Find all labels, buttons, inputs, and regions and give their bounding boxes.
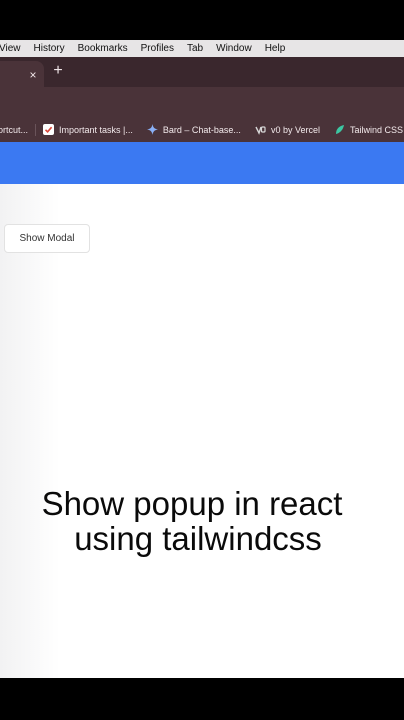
- menu-view[interactable]: View: [0, 43, 21, 54]
- v0-icon: [255, 124, 266, 135]
- bookmark-label: ortcut...: [0, 124, 29, 135]
- show-modal-button[interactable]: Show Modal: [4, 224, 90, 253]
- caption-line-2: using tailwindcss: [74, 520, 322, 557]
- video-caption: Show popup in react using tailwindcss: [0, 486, 384, 556]
- web-page: Show Modal Show popup in react using tai…: [0, 142, 404, 678]
- bookmark-tailwind[interactable]: Tailwind CSS: [334, 124, 403, 135]
- bookmark-shortcuts[interactable]: ortcut...: [0, 125, 28, 135]
- menu-bookmarks[interactable]: Bookmarks: [78, 43, 128, 54]
- bookmark-label: Bard – Chat-base...: [162, 124, 241, 135]
- bookmark-v0[interactable]: v0 by Vercel: [255, 124, 320, 135]
- menu-profiles[interactable]: Profiles: [141, 43, 174, 54]
- menu-history[interactable]: History: [34, 43, 65, 54]
- caption-line-1: Show popup in react: [41, 485, 343, 522]
- bookmark-label: Important tasks |...: [59, 124, 133, 135]
- bookmark-label: Tailwind CSS: [349, 124, 403, 135]
- bottom-letterbox: [0, 678, 404, 720]
- bookmark-label: v0 by Vercel: [270, 124, 320, 135]
- address-toolbar: [0, 87, 404, 117]
- tab-strip: × +: [0, 57, 404, 87]
- close-tab-icon[interactable]: ×: [27, 69, 39, 81]
- tasks-icon: [43, 124, 55, 135]
- menu-tab[interactable]: Tab: [187, 43, 203, 54]
- menu-window[interactable]: Window: [216, 43, 252, 54]
- menu-bar: View History Bookmarks Profiles Tab Wind…: [0, 40, 404, 57]
- bookmarks-bar: ortcut... Important tasks |... Bard – Ch…: [0, 117, 404, 142]
- menu-help[interactable]: Help: [265, 43, 286, 54]
- bookmark-important-tasks[interactable]: Important tasks |...: [43, 124, 133, 135]
- bookmark-divider: [35, 123, 37, 136]
- bookmark-bard[interactable]: Bard – Chat-base...: [146, 124, 241, 135]
- browser-tab[interactable]: ×: [0, 61, 44, 87]
- new-tab-icon[interactable]: +: [51, 63, 65, 79]
- bard-sparkle-icon: [146, 124, 158, 135]
- app-header: [0, 142, 404, 184]
- tailwind-icon: [334, 124, 345, 135]
